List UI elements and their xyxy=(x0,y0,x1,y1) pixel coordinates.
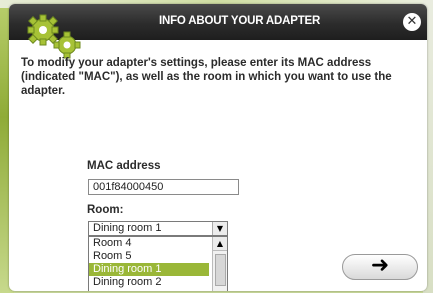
mac-address-input[interactable]: 001f84000450 xyxy=(88,179,239,195)
room-option[interactable]: Dining room 2 xyxy=(89,276,209,289)
scroll-up-icon[interactable]: ▲ xyxy=(213,237,227,251)
room-label: Room: xyxy=(87,204,124,216)
mac-address-label: MAC address xyxy=(87,160,161,172)
scroll-thumb[interactable] xyxy=(215,254,226,286)
instructions-text: To modify your adapter's settings, pleas… xyxy=(21,57,392,97)
gears-icon xyxy=(27,14,81,59)
room-option[interactable]: Room 5 xyxy=(89,250,209,263)
adapter-info-dialog: INFO ABOUT YOUR ADAPTER ✕ To modify your… xyxy=(9,4,427,291)
room-select[interactable]: Dining room 1 ▼ xyxy=(88,221,228,236)
close-button[interactable]: ✕ xyxy=(403,13,421,31)
room-dropdown-list: Room 4 Room 5 Dining room 1 Dining room … xyxy=(88,236,228,291)
close-icon: ✕ xyxy=(406,14,418,29)
room-select-value: Dining room 1 xyxy=(93,222,162,234)
dialog-title: INFO ABOUT YOUR ADAPTER xyxy=(159,15,321,27)
chevron-down-icon[interactable]: ▼ xyxy=(212,222,227,235)
room-option[interactable]: Room 4 xyxy=(89,237,209,250)
dropdown-scrollbar[interactable]: ▲ xyxy=(212,237,227,291)
arrow-right-icon: ➜ xyxy=(370,253,390,278)
next-button[interactable]: ➜ xyxy=(342,254,418,280)
room-option-selected[interactable]: Dining room 1 xyxy=(89,263,209,276)
